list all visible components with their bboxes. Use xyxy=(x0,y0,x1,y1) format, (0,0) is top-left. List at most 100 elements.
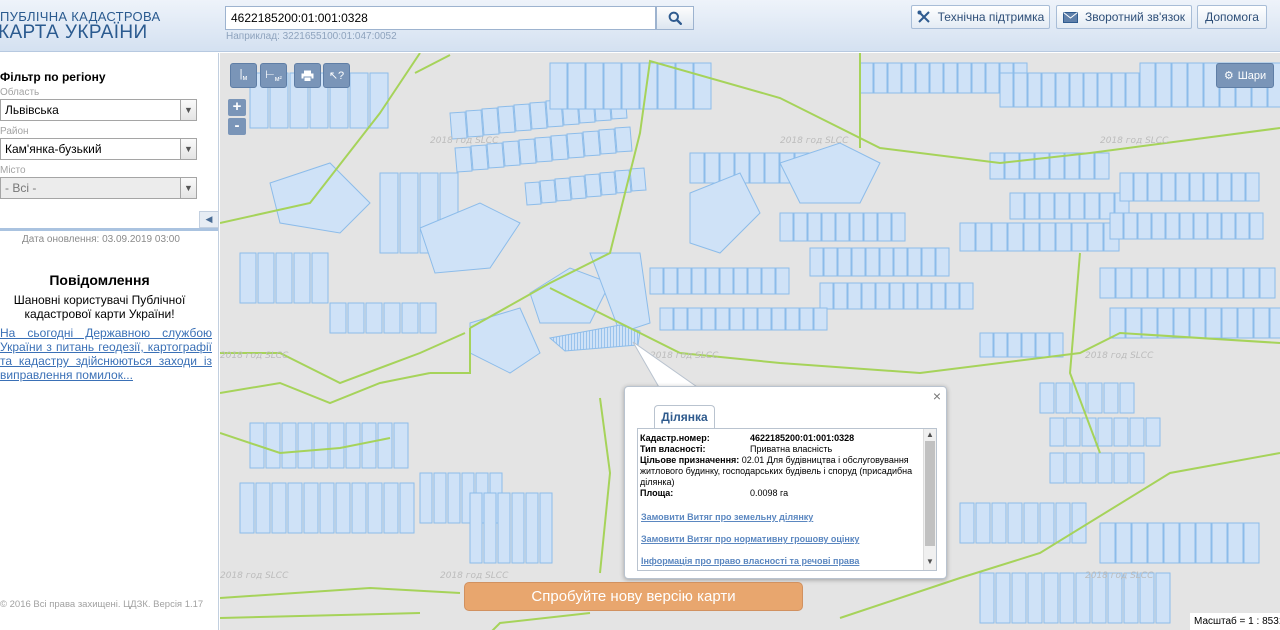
land-parcel[interactable] xyxy=(598,128,617,155)
land-parcel[interactable] xyxy=(367,482,383,534)
land-parcel[interactable] xyxy=(971,62,986,94)
land-parcel[interactable] xyxy=(1151,212,1166,240)
land-parcel[interactable] xyxy=(1119,382,1135,414)
land-parcel[interactable] xyxy=(1253,307,1270,339)
land-parcel[interactable] xyxy=(1065,417,1081,447)
land-parcel[interactable] xyxy=(663,267,678,295)
land-parcel[interactable] xyxy=(584,173,602,198)
collapse-sidebar-button[interactable]: ◀ xyxy=(199,211,218,228)
land-parcel[interactable] xyxy=(1155,62,1172,108)
land-parcel[interactable] xyxy=(569,175,587,200)
land-parcel[interactable] xyxy=(1165,212,1180,240)
land-parcel[interactable] xyxy=(715,307,730,331)
land-parcel[interactable] xyxy=(369,72,389,129)
chevron-down-icon[interactable]: ▼ xyxy=(924,557,936,566)
land-parcel[interactable] xyxy=(1027,572,1043,624)
land-parcel[interactable] xyxy=(1163,522,1180,564)
land-parcel[interactable] xyxy=(1039,222,1056,252)
land-parcel[interactable] xyxy=(1119,172,1134,202)
land-parcel[interactable] xyxy=(1221,212,1236,240)
land-parcel[interactable] xyxy=(999,72,1014,108)
land-parcel[interactable] xyxy=(1211,267,1228,299)
land-parcel[interactable] xyxy=(1189,307,1206,339)
land-parcel[interactable] xyxy=(486,142,505,169)
land-parcel[interactable] xyxy=(548,324,641,352)
land-parcel[interactable] xyxy=(945,282,960,310)
land-parcel[interactable] xyxy=(1027,72,1042,108)
land-parcel[interactable] xyxy=(1235,212,1250,240)
land-parcel[interactable] xyxy=(779,142,881,204)
land-parcel[interactable] xyxy=(271,482,287,534)
land-parcel[interactable] xyxy=(1007,502,1023,544)
land-parcel[interactable] xyxy=(1243,267,1260,299)
land-parcel[interactable] xyxy=(1087,222,1104,252)
land-parcel[interactable] xyxy=(877,212,892,242)
land-parcel[interactable] xyxy=(1111,72,1126,108)
land-parcel[interactable] xyxy=(1211,522,1228,564)
land-parcel[interactable] xyxy=(449,111,468,140)
land-parcel[interactable] xyxy=(959,282,974,310)
land-parcel[interactable] xyxy=(1099,522,1116,564)
land-parcel[interactable] xyxy=(614,126,633,153)
help-button[interactable]: Допомога xyxy=(1197,5,1267,29)
land-parcel[interactable] xyxy=(693,62,712,110)
land-parcel[interactable] xyxy=(673,307,688,331)
land-parcel[interactable] xyxy=(1007,222,1024,252)
land-parcel[interactable] xyxy=(433,472,447,524)
land-parcel[interactable] xyxy=(729,307,744,331)
land-parcel[interactable] xyxy=(1221,307,1238,339)
land-parcel[interactable] xyxy=(991,502,1007,544)
land-parcel[interactable] xyxy=(989,152,1005,180)
land-parcel[interactable] xyxy=(1139,62,1156,108)
land-parcel[interactable] xyxy=(901,62,916,94)
land-parcel[interactable] xyxy=(979,332,994,358)
land-parcel[interactable] xyxy=(957,62,972,94)
land-parcel[interactable] xyxy=(275,252,293,304)
land-parcel[interactable] xyxy=(1147,267,1164,299)
land-parcel[interactable] xyxy=(821,212,836,242)
land-parcel[interactable] xyxy=(1147,172,1162,202)
land-parcel[interactable] xyxy=(813,307,828,331)
land-parcel[interactable] xyxy=(539,492,553,564)
land-parcel[interactable] xyxy=(903,282,918,310)
land-parcel[interactable] xyxy=(1125,72,1140,108)
land-parcel[interactable] xyxy=(657,62,676,110)
region-select[interactable]: Львівська ▼ xyxy=(0,99,197,121)
land-parcel[interactable] xyxy=(979,572,995,624)
zoom-out-button[interactable]: - xyxy=(228,118,246,135)
land-parcel[interactable] xyxy=(1195,267,1212,299)
land-parcel[interactable] xyxy=(1023,222,1040,252)
land-parcel[interactable] xyxy=(915,62,930,94)
land-parcel[interactable] xyxy=(1133,172,1148,202)
land-parcel[interactable] xyxy=(689,152,705,184)
land-parcel[interactable] xyxy=(837,247,852,277)
land-parcel[interactable] xyxy=(379,172,399,254)
land-parcel[interactable] xyxy=(1157,307,1174,339)
land-parcel[interactable] xyxy=(1039,502,1055,544)
land-parcel[interactable] xyxy=(793,212,808,242)
land-parcel[interactable] xyxy=(809,247,824,277)
land-parcel[interactable] xyxy=(959,502,975,544)
land-parcel[interactable] xyxy=(1049,417,1065,447)
land-parcel[interactable] xyxy=(335,482,351,534)
land-parcel[interactable] xyxy=(529,101,548,130)
land-parcel[interactable] xyxy=(1145,417,1161,447)
land-parcel[interactable] xyxy=(481,107,500,136)
land-parcel[interactable] xyxy=(469,492,483,564)
land-parcel[interactable] xyxy=(873,62,888,94)
land-parcel[interactable] xyxy=(585,62,604,110)
land-parcel[interactable] xyxy=(1049,332,1064,358)
land-parcel[interactable] xyxy=(1189,172,1204,202)
land-parcel[interactable] xyxy=(1243,522,1260,564)
land-parcel[interactable] xyxy=(483,492,497,564)
land-parcel[interactable] xyxy=(621,62,640,110)
land-parcel[interactable] xyxy=(1055,222,1072,252)
support-button[interactable]: Технічна підтримка xyxy=(911,5,1050,29)
land-parcel[interactable] xyxy=(1071,502,1087,544)
land-parcel[interactable] xyxy=(917,282,932,310)
land-parcel[interactable] xyxy=(365,302,383,334)
notice-link[interactable]: На сьогодні Державною службою України з … xyxy=(0,326,212,382)
land-parcel[interactable] xyxy=(511,492,525,564)
land-parcel[interactable] xyxy=(1039,382,1055,414)
land-parcel[interactable] xyxy=(779,212,794,242)
